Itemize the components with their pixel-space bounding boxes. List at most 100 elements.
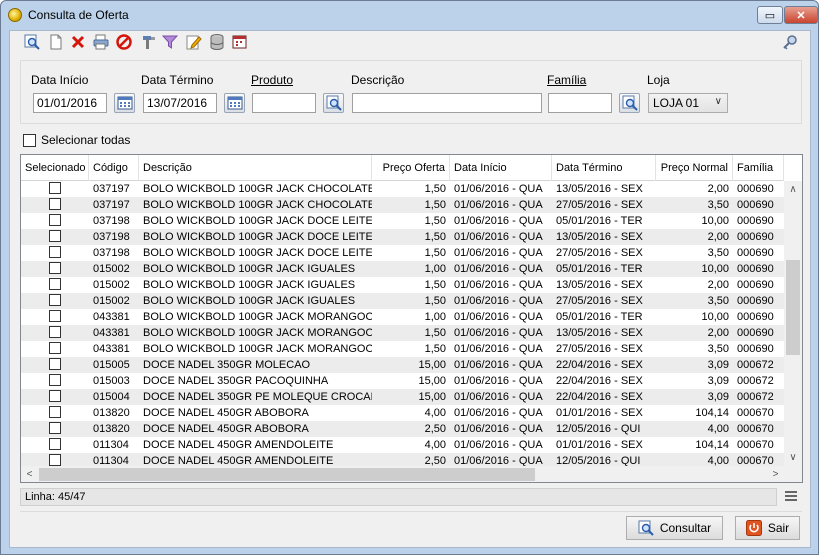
row-checkbox[interactable] <box>49 454 61 466</box>
select-all-checkbox[interactable]: Selecionar todas <box>23 133 130 147</box>
print-icon[interactable] <box>92 33 109 50</box>
descricao-field[interactable] <box>352 93 542 113</box>
close-button[interactable]: ✕ <box>784 6 818 24</box>
table-row[interactable]: 015004 DOCE NADEL 350GR PE MOLEQUE CROCAN… <box>21 389 784 405</box>
column-header-preco-normal[interactable]: Preço Normal <box>656 155 733 181</box>
cell-selecionado[interactable] <box>21 325 89 341</box>
row-checkbox[interactable] <box>49 262 61 275</box>
produto-search-button[interactable] <box>323 93 344 113</box>
cell-selecionado[interactable] <box>21 453 89 466</box>
row-checkbox[interactable] <box>49 230 61 243</box>
table-row[interactable]: 043381 BOLO WICKBOLD 100GR JACK MORANGOO.… <box>21 341 784 357</box>
cell-selecionado[interactable] <box>21 341 89 357</box>
cell-selecionado[interactable] <box>21 197 89 213</box>
new-document-icon[interactable] <box>47 33 64 50</box>
cell-selecionado[interactable] <box>21 421 89 437</box>
data-inicio-field[interactable] <box>33 93 107 113</box>
row-checkbox[interactable] <box>49 374 61 387</box>
data-termino-field[interactable] <box>143 93 217 113</box>
key-icon[interactable] <box>781 33 798 50</box>
horizontal-scrollbar[interactable]: < > <box>21 466 784 482</box>
row-checkbox[interactable] <box>49 406 61 419</box>
cell-selecionado[interactable] <box>21 261 89 277</box>
row-checkbox[interactable] <box>49 182 61 195</box>
menu-icon[interactable] <box>785 491 797 503</box>
row-checkbox[interactable] <box>49 198 61 211</box>
cell-selecionado[interactable] <box>21 213 89 229</box>
table-row[interactable]: 043381 BOLO WICKBOLD 100GR JACK MORANGOO.… <box>21 325 784 341</box>
table-row[interactable]: 013820 DOCE NADEL 450GR ABOBORA 4,00 01/06/… <box>21 405 784 421</box>
row-checkbox[interactable] <box>49 246 61 259</box>
table-row[interactable]: 037198 BOLO WICKBOLD 100GR JACK DOCE LEIT… <box>21 245 784 261</box>
scroll-up-icon[interactable]: ∧ <box>784 181 802 198</box>
familia-search-button[interactable] <box>619 93 640 113</box>
table-row[interactable]: 037198 BOLO WICKBOLD 100GR JACK DOCE LEIT… <box>21 213 784 229</box>
restore-button[interactable]: ▭ <box>757 6 783 24</box>
loja-select[interactable]: LOJA 01 ∨ <box>648 93 728 113</box>
row-checkbox[interactable] <box>49 342 61 355</box>
cell-selecionado[interactable] <box>21 277 89 293</box>
familia-label[interactable]: Família <box>547 73 586 87</box>
checkbox[interactable] <box>23 133 36 147</box>
delete-icon[interactable] <box>69 33 86 50</box>
row-checkbox[interactable] <box>49 390 61 403</box>
data-termino-calendar-button[interactable] <box>224 93 245 113</box>
table-row[interactable]: 013820 DOCE NADEL 450GR ABOBORA 2,50 01/06/… <box>21 421 784 437</box>
offers-grid[interactable]: Selecionado Código Descrição Preço Ofert… <box>20 154 803 483</box>
column-header-selecionado[interactable]: Selecionado <box>21 155 89 181</box>
row-checkbox[interactable] <box>49 326 61 339</box>
search-icon[interactable] <box>23 33 40 50</box>
cell-selecionado[interactable] <box>21 293 89 309</box>
table-row[interactable]: 011304 DOCE NADEL 450GR AMENDOLEITE 2,50 01… <box>21 453 784 466</box>
column-header-descricao[interactable]: Descrição <box>139 155 372 181</box>
table-row[interactable]: 015003 DOCE NADEL 350GR PACOQUINHA 15,00 01… <box>21 373 784 389</box>
row-checkbox[interactable] <box>49 422 61 435</box>
horizontal-scroll-thumb[interactable] <box>39 468 535 481</box>
cell-selecionado[interactable] <box>21 373 89 389</box>
row-checkbox[interactable] <box>49 294 61 307</box>
row-checkbox[interactable] <box>49 214 61 227</box>
table-row[interactable]: 015002 BOLO WICKBOLD 100GR JACK IGUALES 1,… <box>21 277 784 293</box>
produto-field[interactable] <box>252 93 316 113</box>
vertical-scroll-thumb[interactable] <box>786 260 800 355</box>
cancel-icon[interactable] <box>115 33 132 50</box>
vertical-scrollbar[interactable]: ∧ ∨ <box>784 181 802 466</box>
scroll-right-icon[interactable]: > <box>767 466 784 482</box>
row-checkbox[interactable] <box>49 438 61 451</box>
table-row[interactable]: 015005 DOCE NADEL 350GR MOLECAO 15,00 01/06… <box>21 357 784 373</box>
data-inicio-calendar-button[interactable] <box>114 93 135 113</box>
scroll-down-icon[interactable]: ∨ <box>784 449 802 466</box>
table-row[interactable]: 037198 BOLO WICKBOLD 100GR JACK DOCE LEIT… <box>21 229 784 245</box>
cell-selecionado[interactable] <box>21 309 89 325</box>
scroll-left-icon[interactable]: < <box>21 466 38 482</box>
produto-label[interactable]: Produto <box>251 73 293 87</box>
table-row[interactable]: 015002 BOLO WICKBOLD 100GR JACK IGUALES 1,… <box>21 293 784 309</box>
row-checkbox[interactable] <box>49 358 61 371</box>
familia-field[interactable] <box>548 93 612 113</box>
cell-selecionado[interactable] <box>21 229 89 245</box>
sair-button[interactable]: Sair <box>735 516 800 540</box>
consultar-button[interactable]: Consultar <box>626 516 723 540</box>
edit-icon[interactable] <box>185 33 202 50</box>
cell-selecionado[interactable] <box>21 245 89 261</box>
filter-icon[interactable] <box>161 33 178 50</box>
cell-selecionado[interactable] <box>21 181 89 197</box>
column-header-data-inicio[interactable]: Data Início <box>450 155 552 181</box>
column-header-data-termino[interactable]: Data Término <box>552 155 656 181</box>
cell-selecionado[interactable] <box>21 389 89 405</box>
column-header-familia[interactable]: Família <box>733 155 784 181</box>
tools-icon[interactable] <box>140 33 157 50</box>
table-row[interactable]: 037197 BOLO WICKBOLD 100GR JACK CHOCOLATE… <box>21 181 784 197</box>
table-row[interactable]: 015002 BOLO WICKBOLD 100GR JACK IGUALES 1,… <box>21 261 784 277</box>
table-row[interactable]: 011304 DOCE NADEL 450GR AMENDOLEITE 4,00 01… <box>21 437 784 453</box>
title-bar[interactable]: Consulta de Oferta ▭ ✕ <box>1 1 818 29</box>
cell-selecionado[interactable] <box>21 357 89 373</box>
database-icon[interactable] <box>208 33 225 50</box>
table-row[interactable]: 037197 BOLO WICKBOLD 100GR JACK CHOCOLATE… <box>21 197 784 213</box>
row-checkbox[interactable] <box>49 278 61 291</box>
cell-selecionado[interactable] <box>21 405 89 421</box>
table-row[interactable]: 043381 BOLO WICKBOLD 100GR JACK MORANGOO.… <box>21 309 784 325</box>
column-header-codigo[interactable]: Código <box>89 155 139 181</box>
row-checkbox[interactable] <box>49 310 61 323</box>
column-header-preco-oferta[interactable]: Preço Oferta <box>372 155 450 181</box>
